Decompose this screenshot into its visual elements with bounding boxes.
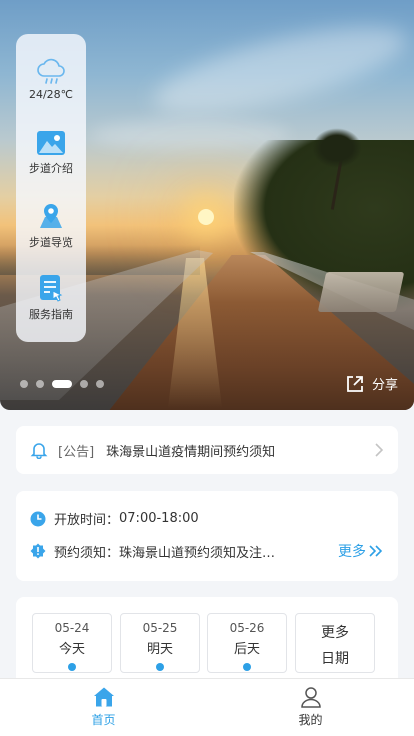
hero-banner[interactable]: 24/28℃ 步道介绍 步道导览 服务指南 分享 (0, 0, 414, 410)
tab-label: 我的 (298, 713, 323, 727)
info-badge-icon (30, 543, 46, 559)
bell-icon (30, 443, 48, 459)
side-item-trail-guide[interactable]: 步道导览 (16, 202, 86, 250)
carousel-dot[interactable] (20, 380, 28, 388)
weather-temp: 24/28℃ (28, 88, 74, 101)
carousel-dot[interactable] (96, 380, 104, 388)
user-icon (300, 687, 321, 708)
carousel-dot[interactable] (36, 380, 44, 388)
tab-home[interactable]: 首页 (0, 679, 207, 736)
announcement-tag: [公告] (58, 444, 95, 460)
date-text: 05-25 (142, 621, 178, 635)
home-icon (93, 687, 114, 707)
side-item-trail-intro[interactable]: 步道介绍 (16, 130, 86, 176)
chevron-right-icon (375, 443, 384, 457)
trail-info-card: 开放时间： 07:00-18:00 预约须知： 珠海景山道预约须知及注意事… 更… (16, 491, 398, 581)
cloud-rain-icon (37, 58, 65, 84)
more-link-label: 更多 (338, 544, 366, 560)
sky-cloud (146, 9, 414, 131)
announcement-text[interactable]: 珠海景山道疫情期间预约须知 (106, 441, 374, 460)
availability-dot (156, 663, 164, 671)
share-button[interactable]: 分享 (346, 374, 398, 393)
double-chevron-right-icon (369, 545, 383, 557)
tab-label: 首页 (91, 713, 116, 727)
date-day-label: 今天 (58, 642, 85, 657)
booking-notice-label: 预约须知： (54, 545, 120, 561)
tree-canopy (312, 128, 362, 168)
map-pin-icon (40, 204, 62, 228)
more-dates-line1: 更多 (321, 625, 349, 641)
more-dates-button[interactable]: 更多 日期 (295, 613, 375, 673)
more-link[interactable]: 更多 (338, 541, 384, 561)
more-dates-line2: 日期 (321, 651, 349, 667)
side-item-label: 步道介绍 (29, 162, 73, 175)
sun (198, 209, 214, 225)
announcement-bar[interactable]: [公告] 珠海景山道疫情期间预约须知 (16, 426, 398, 474)
tab-profile[interactable]: 我的 (207, 679, 414, 736)
side-item-label: 服务指南 (29, 308, 73, 321)
date-day-label: 后天 (233, 642, 260, 657)
opening-hours-value: 07:00-18:00 (119, 511, 199, 526)
side-item-label: 步道导览 (29, 236, 73, 249)
date-text: 05-26 (229, 621, 265, 635)
date-option-tomorrow[interactable]: 05-25 明天 (120, 613, 200, 673)
guide-doc-icon (40, 275, 63, 302)
opening-hours-row: 开放时间： 07:00-18:00 (30, 509, 384, 528)
carousel-dot-active[interactable] (52, 380, 72, 388)
availability-dot (243, 663, 251, 671)
side-menu: 24/28℃ 步道介绍 步道导览 服务指南 (16, 34, 86, 342)
bench (317, 272, 405, 312)
date-option-today[interactable]: 05-24 今天 (32, 613, 112, 673)
clock-icon (30, 511, 46, 526)
mountain-icon (37, 131, 65, 155)
share-label: 分享 (371, 378, 398, 393)
date-text: 05-24 (54, 621, 90, 635)
date-day-label: 明天 (146, 642, 173, 657)
carousel-indicator (20, 380, 104, 388)
booking-notice-row[interactable]: 预约须知： 珠海景山道预约须知及注意事… 更多 (30, 541, 384, 561)
share-icon (347, 375, 363, 392)
booking-notice-value[interactable]: 珠海景山道预约须知及注意事… (119, 542, 284, 561)
weather-widget: 24/28℃ (16, 58, 86, 101)
carousel-dot[interactable] (80, 380, 88, 388)
availability-dot (68, 663, 76, 671)
side-item-service-guide[interactable]: 服务指南 (16, 274, 86, 322)
date-option-day-after[interactable]: 05-26 后天 (207, 613, 287, 673)
bottom-tab-bar: 首页 我的 (0, 678, 414, 736)
opening-hours-label: 开放时间： (54, 513, 120, 528)
